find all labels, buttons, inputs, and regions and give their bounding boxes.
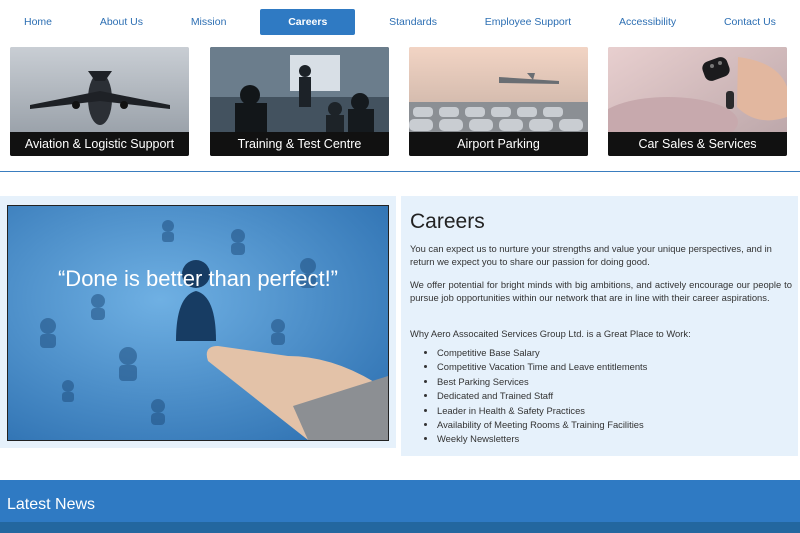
nav-about-us[interactable]: About Us bbox=[86, 9, 157, 35]
service-tiles: Aviation & Logistic Support Training & T… bbox=[10, 47, 790, 157]
tile-aviation[interactable]: Aviation & Logistic Support bbox=[10, 47, 189, 156]
nav-mission[interactable]: Mission bbox=[177, 9, 241, 35]
latest-news-section: Latest News bbox=[0, 480, 800, 533]
nav-accessibility[interactable]: Accessibility bbox=[605, 9, 690, 35]
tile-caption: Airport Parking bbox=[409, 132, 588, 156]
benefits-list: Competitive Base Salary Competitive Vaca… bbox=[421, 346, 647, 447]
nav-home[interactable]: Home bbox=[10, 9, 66, 35]
nav-standards[interactable]: Standards bbox=[375, 9, 451, 35]
nav-employee-support[interactable]: Employee Support bbox=[471, 9, 585, 35]
hero-image: “Done is better than perfect!” bbox=[7, 205, 389, 441]
careers-paragraph-1: You can expect us to nurture your streng… bbox=[410, 243, 772, 267]
list-item: Dedicated and Trained Staff bbox=[437, 389, 647, 403]
tile-caption: Aviation & Logistic Support bbox=[10, 132, 189, 156]
hero-section: “Done is better than perfect!” bbox=[0, 196, 396, 448]
list-item: Weekly Newsletters bbox=[437, 432, 647, 446]
tile-parking[interactable]: Airport Parking bbox=[409, 47, 588, 156]
list-item: Leader in Health & Safety Practices bbox=[437, 404, 647, 418]
main-nav: Home About Us Mission Careers Standards … bbox=[10, 5, 790, 39]
tile-caption: Car Sales & Services bbox=[608, 132, 787, 156]
hand-touching-people-network bbox=[8, 206, 388, 440]
list-item: Availability of Meeting Rooms & Training… bbox=[437, 418, 647, 432]
careers-paragraph-3: Why Aero Assocaited Services Group Ltd. … bbox=[410, 328, 691, 339]
hero-quote: “Done is better than perfect!” bbox=[57, 266, 339, 291]
tile-car-sales[interactable]: Car Sales & Services bbox=[608, 47, 787, 156]
news-content-strip bbox=[0, 522, 800, 533]
careers-panel: Careers You can expect us to nurture you… bbox=[401, 196, 798, 456]
nav-contact-us[interactable]: Contact Us bbox=[710, 9, 790, 35]
careers-paragraph-2: We offer potential for bright minds with… bbox=[410, 279, 792, 303]
tile-training[interactable]: Training & Test Centre bbox=[210, 47, 389, 156]
nav-careers[interactable]: Careers bbox=[260, 9, 356, 35]
list-item: Competitive Vacation Time and Leave enti… bbox=[437, 360, 647, 374]
tile-caption: Training & Test Centre bbox=[210, 132, 389, 156]
page-title: Careers bbox=[410, 210, 485, 233]
latest-news-heading: Latest News bbox=[7, 496, 96, 513]
section-divider bbox=[0, 171, 800, 172]
list-item: Best Parking Services bbox=[437, 375, 647, 389]
list-item: Competitive Base Salary bbox=[437, 346, 647, 360]
